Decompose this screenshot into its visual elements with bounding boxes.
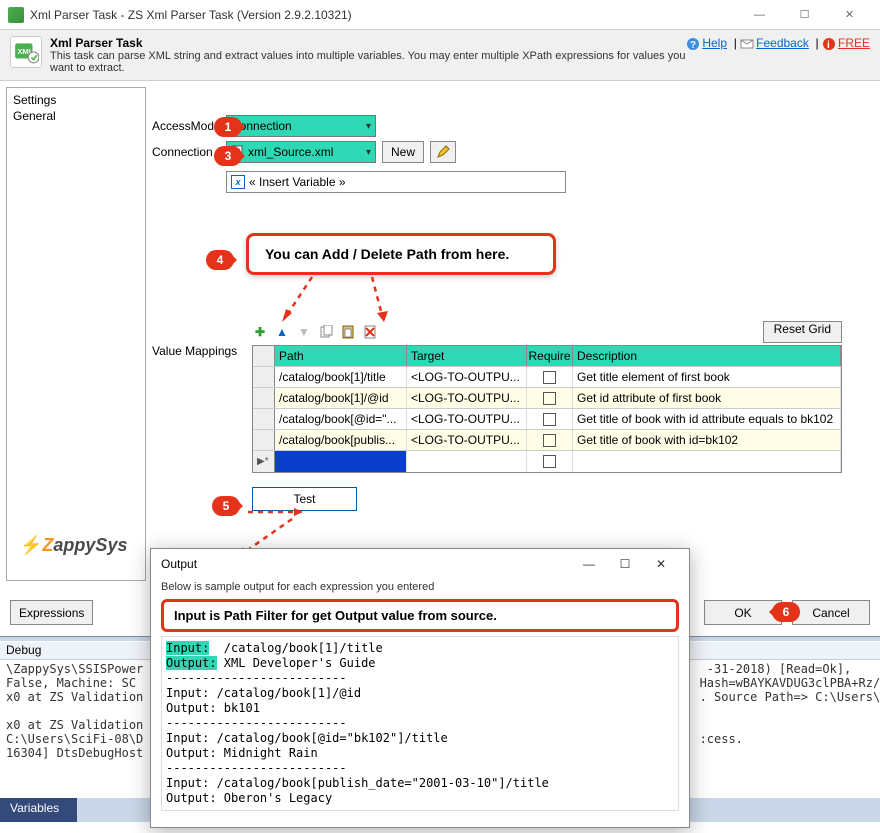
add-row-icon[interactable]: ✚ bbox=[252, 324, 268, 340]
col-description[interactable]: Description bbox=[573, 346, 841, 366]
popup-output-text[interactable]: Input: /catalog/book[1]/title Output: XM… bbox=[161, 636, 679, 811]
table-row[interactable]: /catalog/book[1]/title <LOG-TO-OUTPU... … bbox=[253, 367, 841, 388]
col-target[interactable]: Target bbox=[407, 346, 527, 366]
reset-grid-button[interactable]: Reset Grid bbox=[763, 321, 842, 343]
main-area: Settings General AccessMode: Connection … bbox=[0, 81, 880, 587]
minimize-button[interactable]: — bbox=[737, 0, 782, 29]
new-connection-button[interactable]: New bbox=[382, 141, 424, 163]
window-title: Xml Parser Task - ZS Xml Parser Task (Ve… bbox=[30, 8, 737, 22]
header-title: Xml Parser Task bbox=[50, 36, 686, 50]
settings-tree[interactable]: Settings General bbox=[6, 87, 146, 581]
popup-maximize[interactable]: ☐ bbox=[607, 550, 643, 578]
edit-connection-button[interactable] bbox=[430, 141, 456, 163]
value-mappings-label: Value Mappings bbox=[152, 344, 237, 358]
require-checkbox[interactable] bbox=[543, 455, 556, 468]
callout-1: 1 bbox=[214, 117, 242, 137]
cancel-button[interactable]: Cancel bbox=[792, 600, 870, 625]
pencil-icon bbox=[436, 145, 450, 159]
header-links: ?Help | Feedback | iFREE bbox=[686, 36, 870, 51]
callout-add-delete: You can Add / Delete Path from here. bbox=[246, 233, 556, 275]
table-row[interactable]: /catalog/book[@id="... <LOG-TO-OUTPU... … bbox=[253, 409, 841, 430]
insert-variable-label: « Insert Variable » bbox=[249, 175, 346, 189]
svg-text:i: i bbox=[827, 40, 830, 51]
bolt-icon: ⚡ bbox=[20, 535, 42, 555]
help-icon: ? bbox=[686, 37, 700, 51]
require-checkbox[interactable] bbox=[543, 413, 556, 426]
popup-title: Output bbox=[161, 557, 571, 571]
right-pane: AccessMode: Connection ▾ Connection xml_… bbox=[152, 87, 874, 581]
value-mappings-grid[interactable]: Path Target Require Description /catalog… bbox=[252, 345, 842, 473]
grid-toolbar: ✚ ▲ ▼ Reset Grid bbox=[252, 321, 842, 343]
col-path[interactable]: Path bbox=[275, 346, 407, 366]
require-checkbox[interactable] bbox=[543, 392, 556, 405]
help-link[interactable]: Help bbox=[702, 36, 727, 50]
table-row[interactable]: /catalog/book[1]/@id <LOG-TO-OUTPU... Ge… bbox=[253, 388, 841, 409]
tree-item-general[interactable]: General bbox=[13, 108, 139, 124]
chevron-down-icon: ▾ bbox=[366, 147, 371, 158]
zappysys-logo: ⚡ZappySys bbox=[20, 535, 127, 556]
require-checkbox[interactable] bbox=[543, 434, 556, 447]
output-popup: Output — ☐ ✕ Below is sample output for … bbox=[150, 548, 690, 828]
titlebar: Xml Parser Task - ZS Xml Parser Task (Ve… bbox=[0, 0, 880, 30]
insert-variable-field[interactable]: x « Insert Variable » bbox=[226, 171, 566, 193]
variable-icon: x bbox=[231, 175, 245, 189]
tree-item-settings[interactable]: Settings bbox=[13, 92, 139, 108]
popup-minimize[interactable]: — bbox=[571, 550, 607, 578]
col-require[interactable]: Require bbox=[527, 346, 573, 366]
feedback-link[interactable]: Feedback bbox=[756, 36, 809, 50]
info-icon: i bbox=[822, 37, 836, 51]
callout-5: 5 bbox=[212, 496, 240, 516]
free-link[interactable]: FREE bbox=[838, 36, 870, 50]
grid-header: Path Target Require Description bbox=[253, 346, 841, 367]
variables-tab[interactable]: Variables bbox=[0, 798, 77, 822]
callout-4: 4 bbox=[206, 250, 234, 270]
app-icon bbox=[8, 7, 24, 23]
chevron-down-icon: ▾ bbox=[366, 121, 371, 132]
paste-icon[interactable] bbox=[340, 324, 356, 340]
task-icon: XML bbox=[10, 36, 42, 68]
callout-path-filter: Input is Path Filter for get Output valu… bbox=[161, 599, 679, 632]
maximize-button[interactable]: ☐ bbox=[782, 0, 827, 29]
table-row[interactable]: /catalog/book[publis... <LOG-TO-OUTPU...… bbox=[253, 430, 841, 451]
close-button[interactable]: ✕ bbox=[827, 0, 872, 29]
mail-icon bbox=[740, 37, 754, 51]
popup-subtitle: Below is sample output for each expressi… bbox=[151, 579, 689, 595]
svg-text:?: ? bbox=[690, 40, 696, 51]
popup-close[interactable]: ✕ bbox=[643, 550, 679, 578]
callout-3: 3 bbox=[214, 146, 242, 166]
header-description: This task can parse XML string and extra… bbox=[50, 50, 686, 74]
table-row-new[interactable]: ▶* bbox=[253, 451, 841, 472]
arrow-to-delete-icon bbox=[362, 277, 402, 330]
arrow-to-add-icon bbox=[282, 277, 322, 330]
header-band: XML Xml Parser Task This task can parse … bbox=[0, 30, 880, 81]
require-checkbox[interactable] bbox=[543, 371, 556, 384]
expressions-button[interactable]: Expressions bbox=[10, 600, 93, 625]
callout-6: 6 bbox=[772, 602, 800, 622]
connection-value: xml_Source.xml bbox=[248, 145, 333, 159]
